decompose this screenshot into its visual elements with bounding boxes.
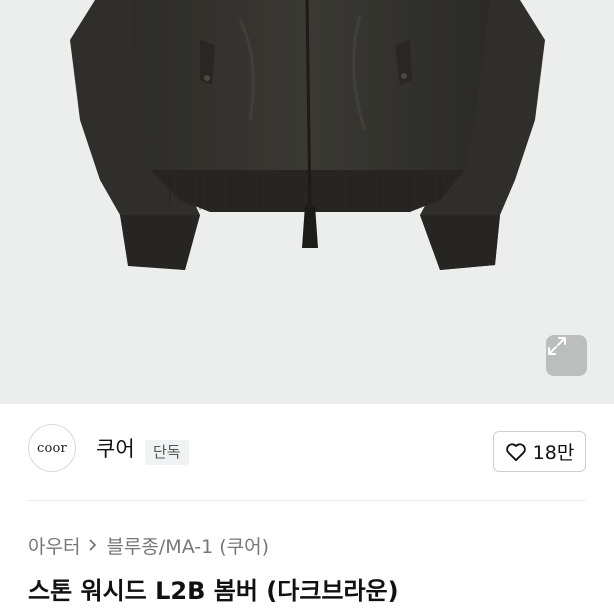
divider (28, 500, 586, 501)
brand-logo[interactable]: coor (28, 424, 76, 472)
like-button[interactable]: 18만 (493, 431, 586, 472)
breadcrumb-subcategory[interactable]: 블루종/MA-1 (쿠어) (106, 532, 269, 559)
exclusive-badge: 단독 (145, 440, 189, 465)
jacket-photo (70, 0, 545, 270)
heart-icon (505, 442, 526, 461)
product-image[interactable] (0, 0, 614, 404)
like-count: 18만 (532, 442, 575, 464)
brand-name[interactable]: 쿠어 (96, 437, 135, 461)
brand-logo-text: coor (37, 440, 67, 456)
breadcrumb: 아우터 블루종/MA-1 (쿠어) (28, 532, 269, 558)
product-title: 스톤 워시드 L2B 봄버 (다크브라운) (28, 577, 399, 605)
expand-button[interactable] (546, 335, 587, 376)
breadcrumb-category[interactable]: 아우터 (28, 532, 80, 559)
chevron-right-icon (88, 538, 98, 552)
expand-icon (548, 337, 566, 355)
